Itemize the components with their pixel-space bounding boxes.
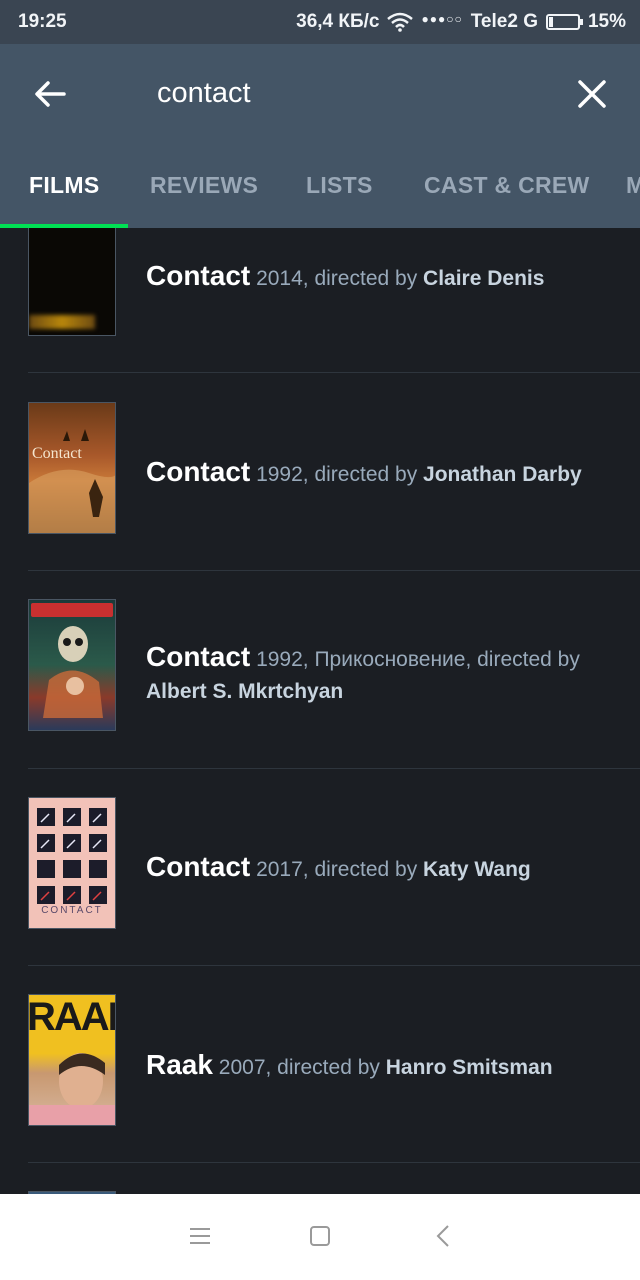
film-info: Contact 2014, directed by Claire Denis (146, 260, 616, 295)
poster-title: CONTACT (41, 905, 103, 916)
film-year: 2007, directed by (218, 1056, 380, 1079)
film-year: 2017, directed by (256, 858, 418, 881)
close-icon[interactable] (572, 74, 612, 114)
arrow-left-icon[interactable] (30, 74, 70, 114)
film-title: Contact (146, 260, 251, 291)
tab-films[interactable]: FILMS (29, 172, 100, 199)
battery-percent: 15% (587, 11, 626, 32)
chevron-left-icon[interactable] (430, 1222, 458, 1250)
list-item[interactable]: CONTACT Contact 2017, directed by Katy W… (0, 769, 640, 965)
film-director[interactable]: Albert S. Mkrtchyan (146, 680, 343, 703)
status-bar: 19:25 36,4 КБ/с ●●●○○ Tele2 G 15% (0, 0, 640, 44)
tab-reviews[interactable]: REVIEWS (150, 172, 258, 199)
poster-image (28, 599, 116, 731)
wifi-icon (387, 12, 414, 32)
tab-more[interactable]: M (626, 172, 640, 199)
film-director[interactable]: Claire Denis (423, 267, 544, 290)
square-home-icon[interactable] (306, 1222, 334, 1250)
poster-image: Contact (28, 402, 116, 534)
list-item[interactable]: RAAK Raak 2007, directed by Hanro Smitsm… (0, 966, 640, 1162)
film-title: Contact (146, 851, 251, 882)
film-year: 2014, directed by (256, 267, 418, 290)
poster-title: Contact (32, 445, 82, 462)
film-info: Contact 1992, Прикосновение, directed by… (146, 641, 616, 708)
network-speed: 36,4 КБ/с (296, 11, 380, 32)
poster-image: RAAK (28, 994, 116, 1126)
list-item[interactable]: Contact Contact 1992, directed by Jonath… (0, 373, 640, 570)
results-list: Contact 2014, directed by Claire Denis C… (0, 228, 640, 1194)
film-year: 1992, Прикосновение, directed by (256, 648, 580, 671)
system-nav-bar (0, 1194, 640, 1280)
film-info: Contact 2017, directed by Katy Wang (146, 851, 616, 886)
film-year: 1992, directed by (256, 463, 418, 486)
film-title: Raak (146, 1049, 213, 1080)
tab-lists[interactable]: LISTS (306, 172, 373, 199)
poster-image: CONTACT (28, 797, 116, 929)
film-info: Raak 2007, directed by Hanro Smitsman (146, 1049, 616, 1084)
film-info: Contact 1992, directed by Jonathan Darby (146, 456, 616, 491)
menu-icon[interactable] (186, 1222, 214, 1250)
search-input[interactable]: contact (157, 77, 251, 110)
battery-icon (545, 14, 583, 30)
film-title: Contact (146, 641, 251, 672)
carrier-name: Tele2 G (470, 11, 538, 32)
film-director[interactable]: Jonathan Darby (423, 463, 582, 486)
list-item[interactable] (0, 1163, 640, 1194)
tab-bar: FILMS REVIEWS LISTS CAST & CREW M (0, 154, 640, 228)
tab-cast-crew[interactable]: CAST & CREW (424, 172, 590, 199)
film-director[interactable]: Hanro Smitsman (386, 1056, 553, 1079)
film-director[interactable]: Katy Wang (423, 858, 531, 881)
list-item[interactable]: Contact 2014, directed by Claire Denis (0, 228, 640, 372)
film-title: Contact (146, 456, 251, 487)
signal-icon: ●●●○○ (421, 12, 463, 26)
poster-image (28, 228, 116, 336)
list-item[interactable]: Contact 1992, Прикосновение, directed by… (0, 571, 640, 768)
search-app-bar: contact FILMS REVIEWS LISTS CAST & CREW … (0, 44, 640, 228)
status-time: 19:25 (18, 11, 67, 32)
